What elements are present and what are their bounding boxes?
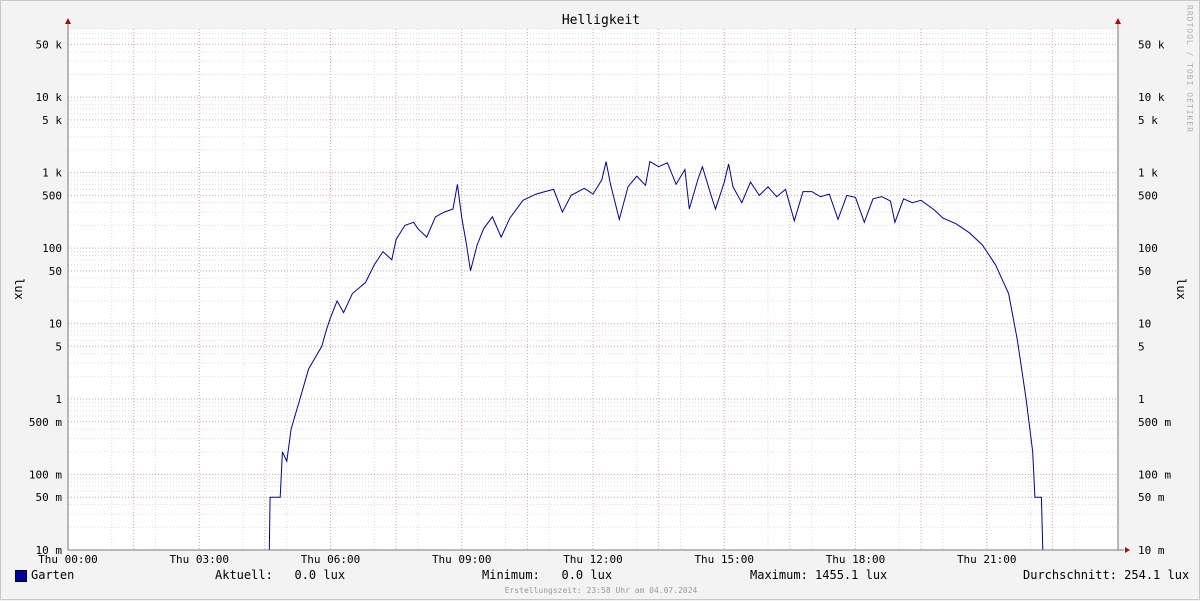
y-tick-label-right: 500 xyxy=(1138,189,1158,202)
legend-minimum: Minimum: 0.0 lux xyxy=(482,568,613,582)
y-tick-label-right: 10 m xyxy=(1138,544,1165,557)
x-tick-label: Thu 12:00 xyxy=(563,553,623,566)
y-tick-label-right: 100 xyxy=(1138,242,1158,255)
y-tick-label-right: 100 m xyxy=(1138,469,1171,482)
y-tick-label-right: 10 xyxy=(1138,318,1151,331)
y-tick-label-left: 1 xyxy=(55,393,62,406)
chart-title: Helligkeit xyxy=(562,13,640,28)
y-tick-label-left: 5 k xyxy=(42,114,62,127)
legend-swatch-garten xyxy=(15,570,27,582)
y-tick-label-right: 50 k xyxy=(1138,38,1165,51)
y-tick-label-right: 1 k xyxy=(1138,167,1158,180)
x-tick-label: Thu 21:00 xyxy=(957,553,1017,566)
y-tick-label-left: 100 m xyxy=(29,469,62,482)
y-axis-arrow-right xyxy=(1115,18,1121,24)
y-axis-label-right: lux xyxy=(1174,278,1188,300)
y-tick-label-left: 50 m xyxy=(36,491,63,504)
chart-canvas: 50 k 50 k 10 k 10 k 5 k 5 k 1 k 1 k 500 500 100 100… xyxy=(12,13,1188,566)
y-tick-label-left: 10 k xyxy=(36,91,63,104)
y-tick-label-right: 50 xyxy=(1138,265,1151,278)
x-tick-label: Thu 00:00 xyxy=(38,553,98,566)
y-tick-label-left: 5 xyxy=(55,340,62,353)
y-tick-label-right: 500 m xyxy=(1138,416,1171,429)
x-tick-label: Thu 06:00 xyxy=(301,553,361,566)
y-tick-label-left: 100 xyxy=(42,242,62,255)
legend-current: Aktuell: 0.0 lux xyxy=(215,568,346,582)
y-tick-label-right: 10 k xyxy=(1138,91,1165,104)
y-tick-label-left: 50 xyxy=(49,265,62,278)
y-axis-label-left: lux xyxy=(12,278,26,300)
y-tick-label-right: 1 xyxy=(1138,393,1145,406)
footer-timestamp: Erstellungszeit: 23:58 Uhr am 04.07.2024 xyxy=(504,586,698,595)
legend-series-name: Garten xyxy=(31,568,75,582)
y-tick-label-left: 50 k xyxy=(36,38,63,51)
x-axis-arrow xyxy=(1125,547,1130,553)
watermark: RRDTOOL / TOBI OETIKER xyxy=(1185,5,1194,133)
y-axis-arrow-left xyxy=(65,18,71,24)
x-tick-label: Thu 18:00 xyxy=(826,553,886,566)
x-tick-label: Thu 15:00 xyxy=(694,553,754,566)
y-tick-label-left: 500 m xyxy=(29,416,62,429)
y-tick-label-right: 50 m xyxy=(1138,491,1165,504)
y-tick-label-right: 5 k xyxy=(1138,114,1158,127)
y-tick-label-right: 5 xyxy=(1138,340,1145,353)
legend-maximum: Maximum: 1455.1 lux xyxy=(750,568,888,582)
y-tick-label-left: 500 xyxy=(42,189,62,202)
y-tick-label-left: 1 k xyxy=(42,167,62,180)
chart-window: 50 k 50 k 10 k 10 k 5 k 5 k 1 k 1 k 500 500 100 100… xyxy=(0,0,1200,600)
legend-average: Durchschnitt: 254.1 lux xyxy=(1023,568,1190,582)
x-tick-label: Thu 03:00 xyxy=(169,553,229,566)
y-tick-label-left: 10 xyxy=(49,318,62,331)
x-tick-label: Thu 09:00 xyxy=(432,553,492,566)
